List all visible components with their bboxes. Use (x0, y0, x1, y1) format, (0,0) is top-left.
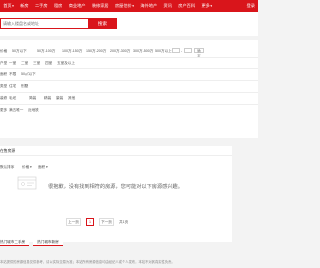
price-option[interactable]: 200万-300万 (110, 49, 130, 54)
price-option[interactable]: 50万-100万 (37, 49, 55, 54)
sort-price-icon[interactable]: ▾ (30, 165, 32, 169)
nav-item-new-homes[interactable]: 新房 (17, 0, 32, 12)
nav-item-news[interactable]: 资讯 (160, 0, 175, 12)
price-confirm-button[interactable]: 确定 (194, 48, 204, 58)
filter-divider (0, 104, 258, 105)
room-option[interactable]: 三室 (33, 61, 40, 66)
nav-item-resale[interactable]: 二手房 (32, 0, 51, 12)
room-option[interactable]: 一室 (9, 61, 16, 66)
top-nav: 首页 新房 二手房 租房 商业地产 装修家居 房屋估价 海外地产 资讯 房产百科… (0, 0, 258, 12)
decoration-option[interactable]: 精装 (44, 96, 51, 101)
filter-panel: 价格 50万以下 50万-100万 100万-150万 150万-200万 20… (0, 40, 258, 138)
nav-item-valuation[interactable]: 房屋估价 (112, 0, 137, 12)
price-option[interactable]: 50万以下 (12, 49, 27, 54)
price-option[interactable]: 300万-500万 (133, 49, 153, 54)
area-label: 面积 (0, 72, 8, 76)
results-header: 在售房源 (0, 146, 232, 156)
price-option[interactable]: 150万-200万 (86, 49, 106, 54)
results-panel: 在售房源 默认排序 价格 ▾ 面积 ▾ 很抱歉，没有找到相符的房源，您可能对以下… (0, 146, 232, 242)
price-option[interactable]: 100万-150万 (62, 49, 82, 54)
decoration-option[interactable]: 其他 (68, 96, 75, 101)
filter-divider (0, 92, 258, 93)
decoration-label: 装修 (0, 96, 8, 100)
footer-tab-resale-cities[interactable]: 热门城市二手房 (0, 238, 30, 246)
type-option[interactable]: 住宅 (9, 84, 16, 89)
price-min-input[interactable] (172, 48, 180, 53)
price-max-input[interactable] (184, 48, 192, 53)
results-title: 在售房源 (0, 149, 16, 153)
current-page-button[interactable]: 1 (86, 218, 94, 226)
type-option[interactable]: 别墅 (21, 84, 28, 89)
page: 首页 新房 二手房 租房 商业地产 装修家居 房屋估价 海外地产 资讯 房产百科… (0, 0, 258, 268)
price-option[interactable]: 500万以上 (155, 49, 172, 54)
next-page-button[interactable]: 下一页 (99, 218, 114, 226)
footer-tab-new-cities[interactable]: 热门城市新房 (33, 238, 63, 246)
decoration-option[interactable]: 简装 (29, 96, 36, 101)
room-label: 户型 (0, 61, 8, 65)
room-option[interactable]: 二室 (21, 61, 28, 66)
filter-divider (0, 80, 258, 81)
type-label: 类型 (0, 84, 8, 88)
login-link[interactable]: 登录 (247, 0, 255, 12)
more-label: 更多 (0, 108, 8, 112)
sort-area-icon[interactable]: ▾ (46, 165, 48, 169)
nav-item-home[interactable]: 首页 (0, 0, 17, 12)
area-option[interactable]: 50㎡以下 (21, 72, 36, 77)
more-option[interactable]: 满五唯一 (9, 108, 23, 113)
sort-area[interactable]: 面积 (38, 165, 45, 170)
footer-tabs: 热门城市二手房 热门城市新房 (0, 238, 258, 246)
room-option[interactable]: 四室 (45, 61, 52, 66)
nav-item-wiki[interactable]: 房产百科 (175, 0, 198, 12)
decoration-option[interactable]: 豪装 (56, 96, 63, 101)
nav-item-rent[interactable]: 租房 (51, 0, 66, 12)
footer-note: 本站提供的房源信息仅供参考，请以实际交易为准；本站所有房源信息均由经纪人或个人发… (0, 260, 175, 264)
nav-item-more[interactable]: 更多 (198, 0, 215, 12)
search-button[interactable]: 搜索 (88, 18, 117, 29)
empty-result-icon (17, 176, 37, 190)
filter-divider (0, 68, 258, 69)
nav-item-commercial[interactable]: 商业地产 (66, 0, 89, 12)
room-option[interactable]: 五室及以上 (57, 61, 75, 66)
nav-item-decor[interactable]: 装修家居 (89, 0, 112, 12)
prev-page-button[interactable]: 上一页 (66, 218, 81, 226)
area-option[interactable]: 不限 (9, 72, 16, 77)
price-label: 价格 (0, 49, 8, 53)
search-input[interactable] (0, 18, 88, 29)
empty-result-message: 很抱歉，没有找到相符的房源，您可能对以下房源感兴趣。 (48, 184, 183, 190)
sort-price[interactable]: 价格 (22, 165, 29, 170)
price-range-dash: - (181, 49, 183, 53)
filter-divider (0, 57, 258, 58)
decoration-option[interactable]: 毛坯 (9, 96, 16, 101)
nav-item-overseas[interactable]: 海外地产 (137, 0, 160, 12)
page-total: 共1页 (119, 220, 129, 224)
sort-default[interactable]: 默认排序 (0, 165, 14, 170)
more-option[interactable]: 近地铁 (28, 108, 39, 113)
